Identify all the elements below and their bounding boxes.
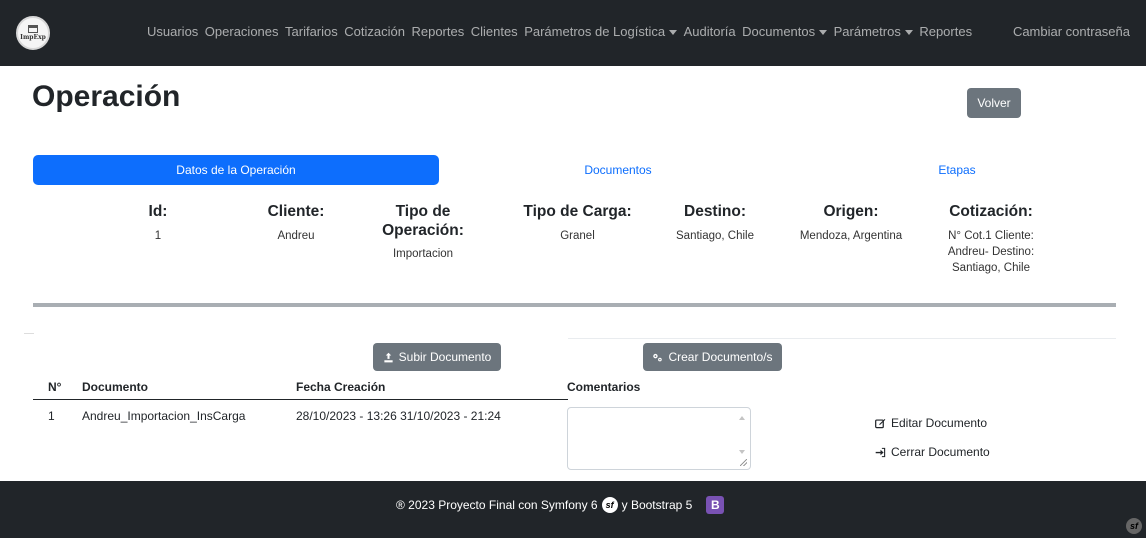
row-fecha: 28/10/2023 - 13:26 31/10/2023 - 21:24 [296, 409, 501, 423]
info-origen-label: Origen: [823, 203, 879, 220]
tab-etapas[interactable]: Etapas [917, 155, 997, 185]
gears-icon [653, 353, 663, 361]
info-id: Id: 1 [108, 202, 208, 244]
upload-document-label: Subir Documento [398, 350, 492, 364]
close-document-label: Cerrar Documento [891, 445, 990, 459]
comment-textarea[interactable] [567, 407, 751, 470]
nav-link-reportes[interactable]: Reportes [411, 24, 464, 39]
nav-link-clientes[interactable]: Clientes [471, 24, 518, 39]
right-divider [568, 338, 1116, 339]
create-document-label: Crear Documento/s [668, 350, 773, 364]
logo-text: ImpExp [20, 34, 46, 41]
nav-link-operaciones[interactable]: Operaciones [205, 24, 279, 39]
navbar: ImpExp Usuarios Operaciones Tarifarios C… [0, 0, 1146, 66]
info-cliente: Cliente: Andreu [246, 202, 346, 244]
upload-icon [384, 352, 393, 362]
scroll-up-arrow-icon[interactable] [739, 416, 745, 420]
resize-grip-icon[interactable] [740, 459, 747, 466]
info-id-value: 1 [154, 230, 162, 242]
info-id-label: Id: [148, 203, 168, 220]
info-tipo-operacion-label-1: Tipo de [395, 203, 451, 220]
section-divider [33, 303, 1116, 307]
nav-dropdown-parametros-logistica[interactable]: Parámetros de Logística [524, 24, 678, 39]
header-documento: Documento [82, 380, 148, 394]
info-tipo-operacion: Tipo de Operación: Importacion [368, 202, 478, 262]
caret-down-icon [819, 30, 828, 36]
symfony-logo-icon: sf [601, 497, 618, 513]
footer-text-before: ® 2023 Proyecto Final con Symfony 6 [396, 498, 598, 512]
scroll-down-arrow-icon[interactable] [739, 450, 745, 454]
info-tipo-carga-value: Granel [560, 230, 595, 242]
nav-link-usuarios[interactable]: Usuarios [147, 24, 198, 39]
nav-link-reportes-2[interactable]: Reportes [919, 24, 972, 39]
bootstrap-logo-icon: B [706, 496, 725, 514]
nav-link-auditoria[interactable]: Auditoría [684, 24, 736, 39]
footer: ® 2023 Proyecto Final con Symfony 6 sf y… [0, 481, 1146, 538]
brand-logo[interactable]: ImpExp [16, 16, 50, 50]
sign-in-icon [875, 447, 886, 457]
info-tipo-carga-label: Tipo de Carga: [523, 203, 632, 220]
create-document-button[interactable]: Crear Documento/s [643, 343, 782, 371]
close-document-link[interactable]: Cerrar Documento [875, 445, 990, 459]
info-origen-value: Mendoza, Argentina [799, 230, 903, 242]
info-destino: Destino: Santiago, Chile [660, 202, 770, 244]
header-n: N° [48, 380, 62, 394]
info-destino-label: Destino: [684, 203, 746, 220]
header-fecha: Fecha Creación [296, 380, 386, 394]
tab-datos-operacion[interactable]: Datos de la Operación [33, 155, 439, 185]
edit-icon [875, 418, 886, 428]
info-destino-value: Santiago, Chile [676, 230, 754, 242]
tab-documentos[interactable]: Documentos [568, 155, 668, 185]
table-header-line [33, 399, 568, 400]
header-comentarios: Comentarios [567, 380, 641, 394]
nav-link-cotizacion[interactable]: Cotización [344, 24, 405, 39]
page-title: Operación [32, 80, 181, 113]
symfony-toolbar-icon[interactable]: sf [1126, 518, 1142, 534]
nav-dropdown-documentos[interactable]: Documentos [742, 24, 828, 39]
row-n: 1 [48, 409, 55, 423]
info-origen: Origen: Mendoza, Argentina [788, 202, 914, 244]
info-cotizacion: Cotización: N° Cot.1 Cliente: Andreu- De… [932, 202, 1050, 276]
nav-link-cambiar-contrasena[interactable]: Cambiar contraseña [1013, 24, 1130, 39]
info-cotizacion-value-2: Andreu- Destino: [947, 246, 1035, 258]
nav-link-tarifarios[interactable]: Tarifarios [285, 24, 338, 39]
info-cotizacion-value-1: N° Cot.1 Cliente: [948, 230, 1034, 242]
caret-down-icon [669, 30, 678, 36]
info-tipo-operacion-label-2: Operación: [382, 222, 464, 239]
upload-document-button[interactable]: Subir Documento [373, 343, 501, 371]
info-tipo-operacion-value: Importacion [392, 248, 454, 260]
small-divider [24, 333, 34, 334]
info-cotizacion-value-3: Santiago, Chile [952, 262, 1030, 274]
info-cliente-label: Cliente: [267, 203, 325, 220]
info-cotizacion-label: Cotización: [949, 203, 1033, 220]
building-icon [28, 25, 38, 33]
info-cliente-value: Andreu [277, 230, 315, 242]
nav-links: Usuarios Operaciones Tarifarios Cotizaci… [147, 24, 979, 39]
caret-down-icon [904, 30, 913, 36]
edit-document-label: Editar Documento [891, 416, 988, 430]
info-tipo-carga: Tipo de Carga: Granel [515, 202, 640, 244]
row-documento: Andreu_Importacion_InsCarga [82, 409, 246, 423]
back-button[interactable]: Volver [967, 88, 1021, 118]
footer-text: ® 2023 Proyecto Final con Symfony 6 sf y… [396, 496, 725, 514]
nav-dropdown-parametros[interactable]: Parámetros [834, 24, 913, 39]
footer-text-after: y Bootstrap 5 [621, 498, 693, 512]
edit-document-link[interactable]: Editar Documento [875, 416, 987, 430]
